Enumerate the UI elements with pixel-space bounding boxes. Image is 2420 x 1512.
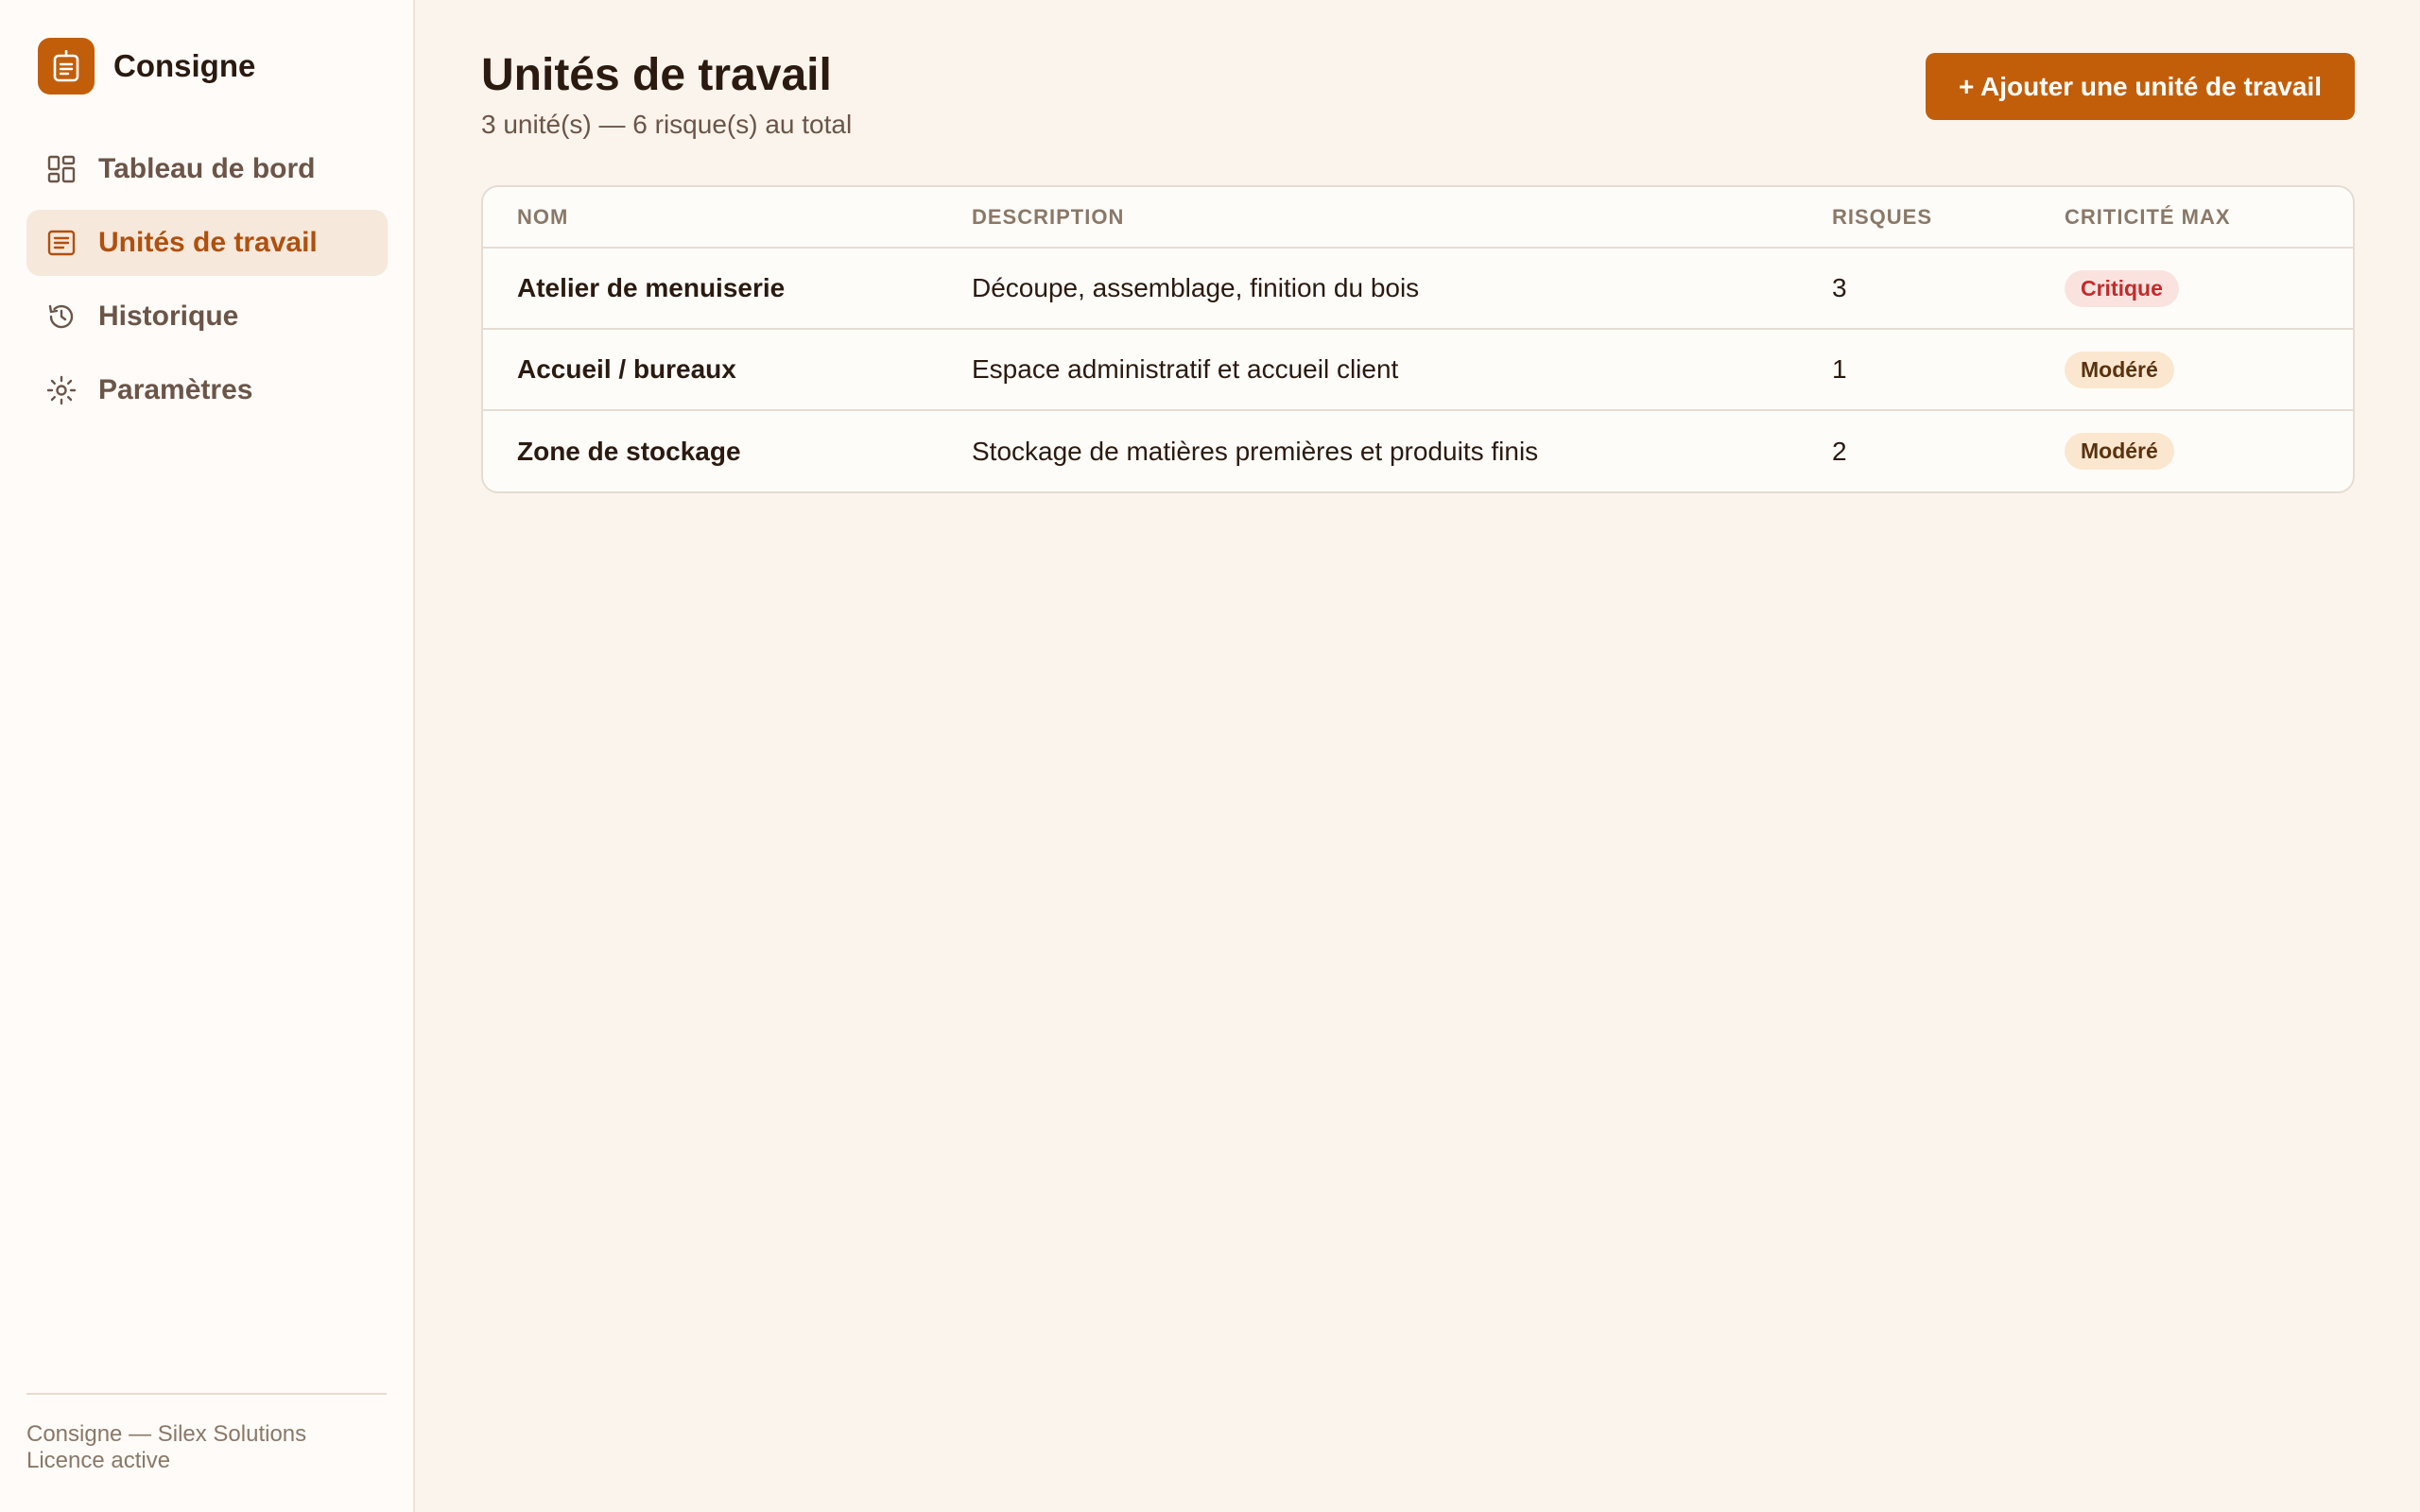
brand-name: Consigne (113, 48, 256, 83)
status-badge: Modéré (2065, 433, 2174, 470)
table-header-row: Nom Description Risques Criticité max (483, 187, 2353, 248)
dashboard-icon (45, 153, 78, 185)
cell-criticity: Critique (2031, 248, 2353, 329)
table-row[interactable]: Atelier de menuiserie Découpe, assemblag… (483, 248, 2353, 329)
gear-icon (45, 374, 78, 406)
brand[interactable]: Consigne (38, 38, 255, 94)
page-title: Unités de travail (481, 50, 832, 100)
sidebar-item-historique[interactable]: Historique (26, 284, 388, 350)
sidebar-nav: Tableau de bord Unités de travail Histor… (26, 136, 388, 431)
cell-criticity: Modéré (2031, 329, 2353, 410)
clipboard-icon (38, 38, 95, 94)
sidebar-item-parametres[interactable]: Paramètres (26, 357, 388, 423)
cell-criticity: Modéré (2031, 410, 2353, 491)
cell-name: Zone de stockage (517, 436, 741, 466)
sidebar: Consigne Tableau de bord Unités de trava… (0, 0, 415, 1512)
cell-risks: 1 (1832, 354, 1847, 384)
list-icon (45, 227, 78, 259)
footer-license: Licence active (26, 1448, 171, 1473)
sidebar-item-label: Paramètres (98, 374, 253, 405)
table-row[interactable]: Accueil / bureaux Espace administratif e… (483, 329, 2353, 410)
app-root: Consigne Tableau de bord Unités de trava… (0, 0, 2420, 1512)
sidebar-item-tableau-de-bord[interactable]: Tableau de bord (26, 136, 388, 202)
status-badge: Critique (2065, 269, 2179, 307)
cell-description: Espace administratif et accueil client (972, 354, 1399, 384)
cell-risks: 2 (1832, 436, 1847, 466)
column-header-description[interactable]: Description (938, 187, 1798, 248)
sidebar-item-label: Unités de travail (98, 227, 318, 258)
status-badge: Modéré (2065, 351, 2174, 388)
sidebar-item-unites-de-travail[interactable]: Unités de travail (26, 210, 388, 276)
footer-company: Consigne — Silex Solutions (26, 1421, 307, 1447)
page-subtitle: 3 unité(s) — 6 risque(s) au total (481, 110, 853, 139)
cell-description: Découpe, assemblage, finition du bois (972, 273, 1420, 302)
sidebar-item-label: Tableau de bord (98, 153, 316, 184)
cell-description: Stockage de matières premières et produi… (972, 436, 1539, 466)
work-units-table: Nom Description Risques Criticité max At… (481, 185, 2355, 493)
column-header-nom[interactable]: Nom (483, 187, 938, 248)
history-icon (45, 301, 78, 333)
add-work-unit-button[interactable]: + Ajouter une unité de travail (1926, 53, 2355, 120)
sidebar-footer: Consigne — Silex Solutions Licence activ… (26, 1393, 387, 1474)
sidebar-item-label: Historique (98, 301, 239, 332)
column-header-risques[interactable]: Risques (1798, 187, 2031, 248)
table-row[interactable]: Zone de stockage Stockage de matières pr… (483, 410, 2353, 491)
column-header-criticite[interactable]: Criticité max (2031, 187, 2353, 248)
cell-name: Atelier de menuiserie (517, 273, 786, 302)
main-content: Unités de travail 3 unité(s) — 6 risque(… (415, 0, 2420, 1512)
cell-name: Accueil / bureaux (517, 354, 736, 384)
cell-risks: 3 (1832, 273, 1847, 302)
